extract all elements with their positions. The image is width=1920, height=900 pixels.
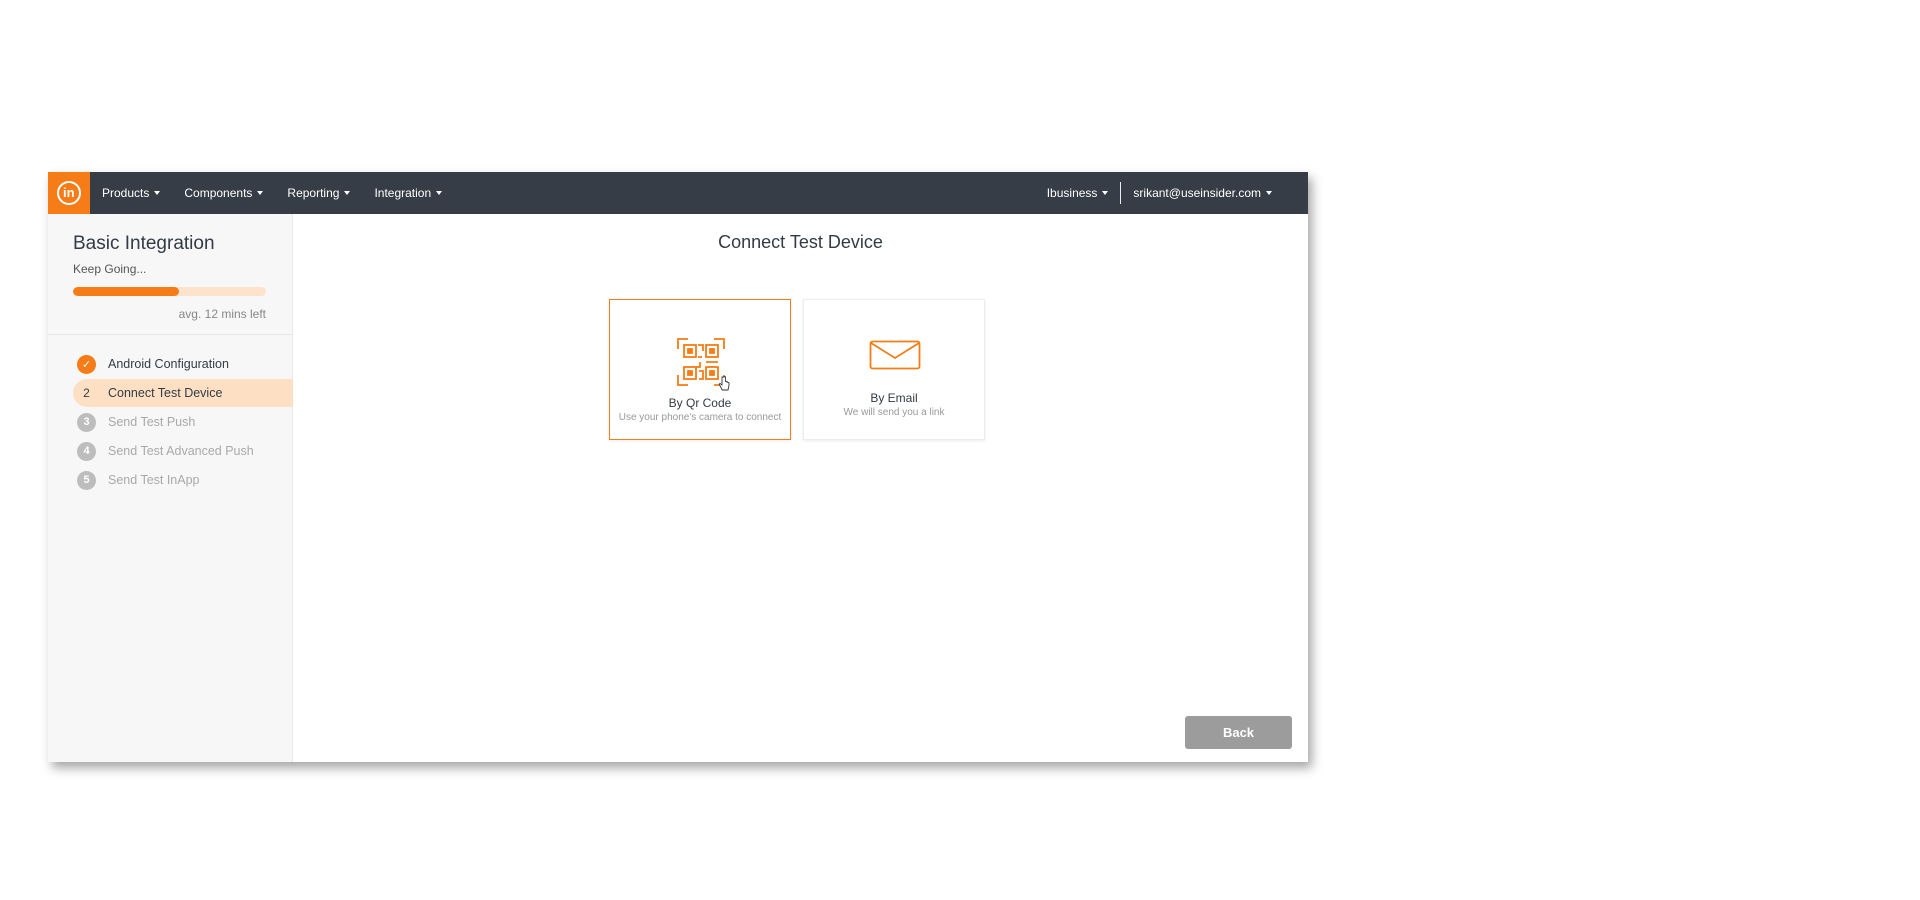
account-selector[interactable]: Ibusiness [1047,186,1109,200]
step-label: Send Test Push [108,415,196,429]
check-icon: ✓ [77,354,96,374]
step-number: 4 [77,441,96,461]
step-label: Send Test InApp [108,473,200,487]
integration-sidebar: Basic Integration Keep Going... avg. 12 … [48,214,293,762]
menu-products-label: Products [102,186,150,200]
account-area: Ibusiness srikant@useinsider.com [1047,172,1272,214]
menu-reporting-label: Reporting [287,186,340,200]
step-number: 2 [83,386,90,400]
step-android-configuration[interactable]: ✓ Android Configuration [73,350,293,378]
step-label: Android Configuration [108,357,229,371]
caret-down-icon [154,191,161,195]
top-navigation-bar: in Products Components Reporting Integra… [48,172,1308,214]
email-option-label: By Email [870,391,918,405]
progress-bar-fill [73,287,180,296]
caret-down-icon [436,191,443,195]
step-send-test-inapp[interactable]: 5 Send Test InApp [73,466,293,494]
email-option-card[interactable]: By Email We will send you a link [803,299,985,440]
menu-integration-label: Integration [374,186,432,200]
account-name: Ibusiness [1046,186,1098,200]
caret-down-icon [344,191,351,195]
caret-down-icon [257,191,264,195]
menu-components[interactable]: Components [184,186,264,200]
menu-integration[interactable]: Integration [374,186,443,200]
user-email: srikant@useinsider.com [1133,186,1261,200]
envelope-icon [869,340,921,370]
menu-products[interactable]: Products [102,186,161,200]
progress-bar [73,287,266,296]
step-label: Connect Test Device [108,386,223,400]
back-button[interactable]: Back [1185,716,1292,749]
insider-logo-icon: in [57,181,81,205]
step-send-test-push[interactable]: 3 Send Test Push [73,408,293,436]
logo-text: in [63,185,75,200]
page-title: Connect Test Device [718,232,883,252]
email-option-description: We will send you a link [843,407,945,418]
sidebar-divider [48,334,293,335]
qr-code-option-card[interactable]: By Qr Code Use your phone's camera to co… [609,299,791,440]
hand-cursor-icon [718,376,730,391]
step-label: Send Test Advanced Push [108,444,254,458]
nav-divider [1120,182,1122,204]
step-connect-test-device[interactable]: 2 Connect Test Device [73,379,293,407]
qr-code-option-description: Use your phone's camera to connect [618,412,782,423]
qr-code-option-label: By Qr Code [668,396,732,410]
steps-list: ✓ Android Configuration 2 Connect Test D… [73,350,293,495]
logo[interactable]: in [48,172,90,214]
app-window: in Products Components Reporting Integra… [48,172,1308,762]
sidebar-subtitle: Keep Going... [73,262,147,276]
main-menu: Products Components Reporting Integratio… [102,172,466,214]
time-left: avg. 12 mins left [178,307,266,321]
sidebar-title: Basic Integration [73,233,215,254]
user-menu[interactable]: srikant@useinsider.com [1133,186,1272,200]
menu-reporting[interactable]: Reporting [287,186,351,200]
step-number: 5 [77,470,96,490]
menu-components-label: Components [184,186,253,200]
caret-down-icon [1102,191,1109,195]
step-send-test-advanced-push[interactable]: 4 Send Test Advanced Push [73,437,293,465]
step-number: 3 [77,412,96,432]
caret-down-icon [1266,191,1272,195]
